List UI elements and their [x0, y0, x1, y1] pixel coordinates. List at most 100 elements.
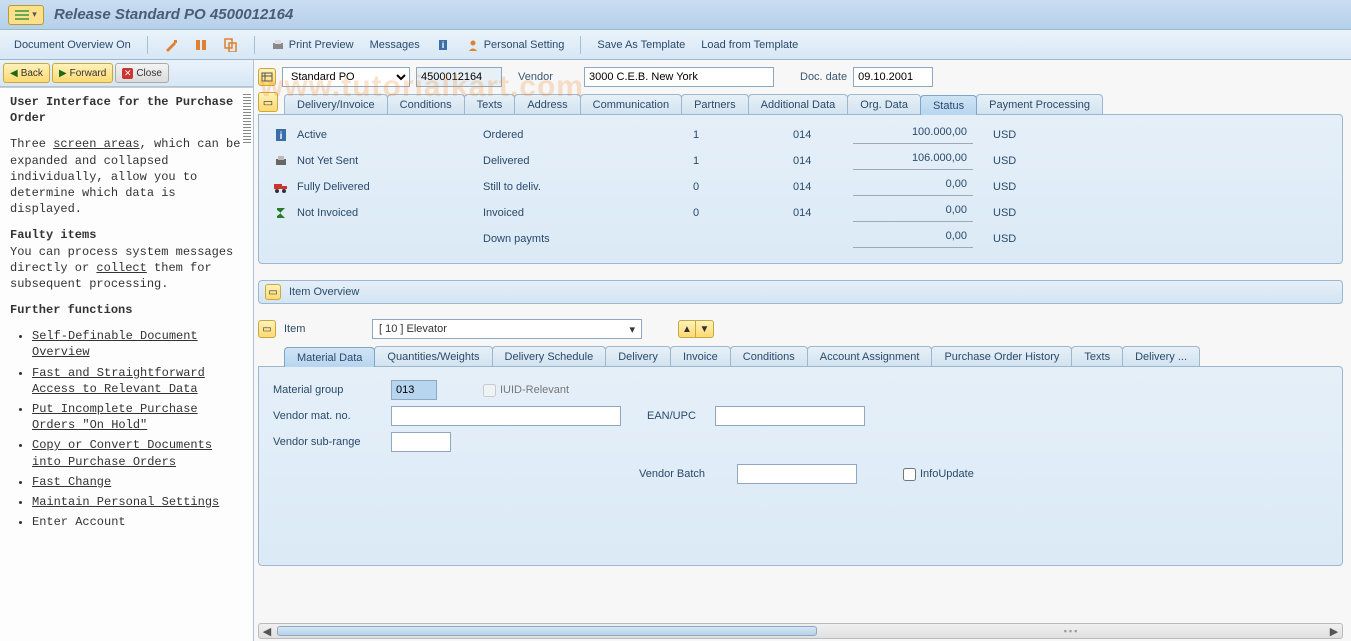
tab-delivery[interactable]: Delivery [605, 346, 671, 366]
material-group-field[interactable] [391, 380, 437, 400]
personal-setting-button[interactable]: Personal Setting [460, 34, 571, 56]
scroll-thumb[interactable] [277, 626, 817, 636]
tab-delivery-more[interactable]: Delivery ... [1122, 346, 1200, 366]
create-icon[interactable] [158, 34, 184, 56]
header-collapse-icon[interactable] [258, 68, 276, 86]
vendor-field[interactable] [584, 67, 774, 87]
resize-handle[interactable] [243, 94, 251, 144]
doc-date-field[interactable] [853, 67, 933, 87]
save-as-template-button[interactable]: Save As Template [591, 34, 691, 56]
status-panel: i Active Not Yet Sent Fully Delivered No… [258, 114, 1343, 264]
close-button[interactable]: ✕Close [115, 63, 169, 83]
tab-address[interactable]: Address [514, 94, 580, 114]
tab-delivery-schedule[interactable]: Delivery Schedule [492, 346, 607, 366]
doc-type-select[interactable]: Standard PO [282, 67, 410, 87]
tab-status[interactable]: Status [920, 95, 977, 115]
help-link[interactable]: Put Incomplete Purchase Orders "On Hold" [32, 402, 198, 432]
print-preview-button[interactable]: Print Preview [265, 34, 360, 56]
tab-account-assignment[interactable]: Account Assignment [807, 346, 933, 366]
status-row-label: Down paymts [483, 229, 693, 249]
help-text: Enter Account [32, 515, 126, 529]
forward-label: Forward [70, 68, 107, 79]
svg-text:i: i [280, 131, 283, 142]
tab-item-texts[interactable]: Texts [1071, 346, 1123, 366]
info-update-label: InfoUpdate [920, 468, 974, 480]
tab-invoice[interactable]: Invoice [670, 346, 731, 366]
tab-communication[interactable]: Communication [580, 94, 682, 114]
vendor-mat-no-field[interactable] [391, 406, 621, 426]
ean-upc-label: EAN/UPC [647, 410, 707, 422]
help-link[interactable]: Fast and Straightforward Access to Relev… [32, 366, 205, 396]
scroll-left-icon[interactable]: ◀ [259, 625, 275, 638]
status-row-label: Invoiced [483, 203, 693, 223]
page-title: Release Standard PO 4500012164 [54, 6, 293, 23]
item-prev-button[interactable]: ▲ [678, 320, 696, 338]
load-from-template-button[interactable]: Load from Template [695, 34, 804, 56]
help-link[interactable]: Fast Change [32, 475, 111, 489]
tab-additional-data[interactable]: Additional Data [748, 94, 849, 114]
header-tabstrip: ▭ Delivery/Invoice Conditions Texts Addr… [258, 92, 1343, 114]
info-icon[interactable]: i [430, 34, 456, 56]
status-amount: 100.000,00 [853, 126, 973, 144]
tab-po-history[interactable]: Purchase Order History [931, 346, 1072, 366]
item-select-value: [ 10 ] Elevator [379, 323, 447, 335]
tab-quantities-weights[interactable]: Quantities/Weights [374, 346, 492, 366]
tab-texts[interactable]: Texts [464, 94, 516, 114]
sidebar: ◀Back ▶Forward ✕Close User Interface for… [0, 60, 254, 641]
ean-upc-field[interactable] [715, 406, 865, 426]
help-heading-1: User Interface for the Purchase Order [10, 95, 233, 125]
doc-overview-on-button[interactable]: Document Overview On [8, 34, 137, 56]
tab-material-data[interactable]: Material Data [284, 347, 375, 367]
item-overview-expand-icon[interactable]: ▭ [265, 284, 281, 300]
svg-text:i: i [441, 40, 444, 50]
help-link[interactable]: Maintain Personal Settings [32, 495, 219, 509]
help-link[interactable]: Copy or Convert Documents into Purchase … [32, 438, 212, 468]
vendor-sub-range-field[interactable] [391, 432, 451, 452]
tab-org-data[interactable]: Org. Data [847, 94, 921, 114]
chevron-down-icon: ▾ [629, 323, 635, 336]
vendor-batch-label: Vendor Batch [639, 468, 729, 480]
help-link[interactable]: Self-Definable Document Overview [32, 329, 198, 359]
tab-delivery-invoice[interactable]: Delivery/Invoice [284, 94, 388, 114]
tab-payment-processing[interactable]: Payment Processing [976, 94, 1103, 114]
help-text: Three [10, 137, 53, 151]
info-update-input[interactable] [903, 468, 916, 481]
status-unit: 014 [793, 151, 853, 171]
content-area: Standard PO Vendor Doc. date ▭ Delivery/… [254, 60, 1351, 641]
forward-button[interactable]: ▶Forward [52, 63, 113, 83]
back-button[interactable]: ◀Back [3, 63, 50, 83]
status-amount: 0,00 [853, 230, 973, 248]
item-stepper: ▲ ▼ [678, 320, 714, 338]
status-currency: USD [993, 125, 1043, 145]
system-menu-icon[interactable] [8, 5, 44, 25]
horizontal-scrollbar[interactable]: ◀ ▪▪▪ ▶ [258, 623, 1343, 639]
vendor-mat-no-label: Vendor mat. no. [273, 410, 383, 422]
messages-button[interactable]: Messages [364, 34, 426, 56]
tab-item-conditions[interactable]: Conditions [730, 346, 808, 366]
info-update-checkbox[interactable]: InfoUpdate [903, 468, 974, 481]
header-collapse-toggle[interactable]: ▭ [258, 92, 278, 112]
status-amount: 0,00 [853, 178, 973, 196]
status-fully-delivered: Fully Delivered [273, 177, 483, 197]
scroll-track[interactable]: ▪▪▪ [817, 626, 1326, 636]
other-po-icon[interactable] [218, 34, 244, 56]
item-detail-collapse-icon[interactable]: ▭ [258, 320, 276, 338]
item-select[interactable]: [ 10 ] Elevator ▾ [372, 319, 642, 339]
printer-icon [273, 153, 289, 169]
item-next-button[interactable]: ▼ [696, 320, 714, 338]
help-link-collect[interactable]: collect [96, 261, 146, 275]
item-overview-bar[interactable]: ▭ Item Overview [258, 280, 1343, 304]
help-panel: User Interface for the Purchase Order Th… [0, 87, 253, 641]
status-qty: 1 [693, 125, 793, 145]
vendor-batch-field[interactable] [737, 464, 857, 484]
scroll-right-icon[interactable]: ▶ [1326, 625, 1342, 638]
status-active: i Active [273, 125, 483, 145]
tab-conditions[interactable]: Conditions [387, 94, 465, 114]
status-qty: 0 [693, 177, 793, 197]
display-icon[interactable] [188, 34, 214, 56]
vendor-label: Vendor [518, 71, 578, 83]
tab-partners[interactable]: Partners [681, 94, 749, 114]
help-link-screen-areas[interactable]: screen areas [53, 137, 139, 151]
material-group-label: Material group [273, 384, 383, 396]
po-number-field[interactable] [416, 67, 502, 87]
